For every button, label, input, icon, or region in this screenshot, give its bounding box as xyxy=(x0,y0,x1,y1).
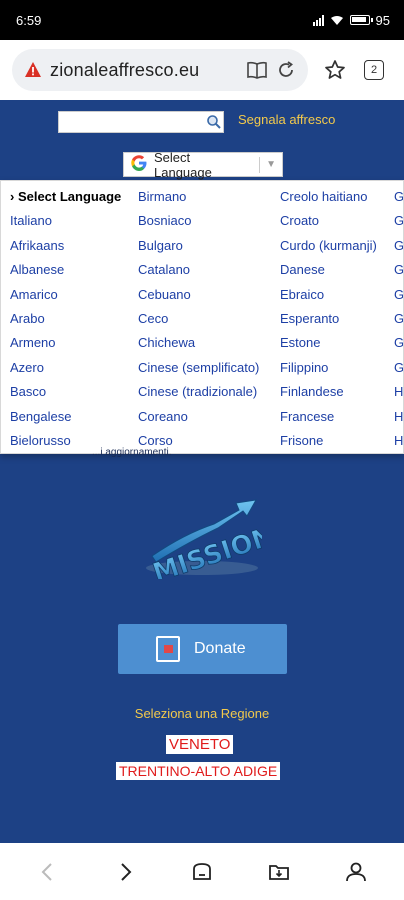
region-veneto-link[interactable]: VENETO xyxy=(166,735,234,754)
language-option[interactable]: G xyxy=(385,258,403,282)
language-option[interactable]: Bosniaco xyxy=(129,209,259,233)
language-option[interactable]: G xyxy=(385,234,403,258)
chevron-down-icon: ▼ xyxy=(266,159,276,170)
star-icon[interactable] xyxy=(324,59,346,81)
language-option[interactable]: Frisone xyxy=(271,429,377,453)
site-search xyxy=(58,111,224,133)
language-option[interactable]: Estone xyxy=(271,331,377,355)
signal-icon xyxy=(312,14,324,26)
donate-label: Donate xyxy=(194,640,246,657)
language-option[interactable]: Arabo xyxy=(1,307,121,331)
language-option[interactable]: G xyxy=(385,185,403,209)
address-bar[interactable]: zionaleaffresco.eu xyxy=(12,49,308,91)
language-option[interactable]: Danese xyxy=(271,258,377,282)
google-icon xyxy=(130,154,148,175)
language-column-2: Birmano Bosniaco Bulgaro Catalano Cebuano Cec… xyxy=(129,185,259,453)
status-time: 6:59 xyxy=(16,12,42,28)
reload-icon[interactable] xyxy=(276,60,296,80)
donate-button[interactable]: Donate xyxy=(118,624,287,674)
downloads-icon[interactable] xyxy=(259,852,299,892)
language-option[interactable]: Ceco xyxy=(129,307,259,331)
language-option[interactable]: Armeno xyxy=(1,331,121,355)
language-select-label: Select Language xyxy=(154,149,212,180)
warning-icon[interactable] xyxy=(24,61,42,79)
language-option[interactable]: Italiano xyxy=(1,209,121,233)
battery-icon xyxy=(349,15,373,25)
wifi-icon xyxy=(330,15,343,25)
language-option[interactable]: Finlandese xyxy=(271,380,377,404)
language-option[interactable]: Francese xyxy=(271,405,377,429)
home-icon[interactable] xyxy=(182,852,222,892)
language-option[interactable]: Amarico xyxy=(1,283,121,307)
language-option[interactable]: H xyxy=(385,405,403,429)
forward-icon[interactable] xyxy=(105,852,145,892)
status-icons: 95 xyxy=(312,12,390,28)
report-fresco-link[interactable]: Segnala affresco xyxy=(238,112,335,127)
donate-icon xyxy=(156,636,180,662)
region-title: Seleziona una Regione xyxy=(134,706,270,721)
language-option[interactable]: Ebraico xyxy=(271,283,377,307)
browser-toolbar: zionaleaffresco.eu 2 xyxy=(0,40,404,100)
language-option[interactable]: Filippino xyxy=(271,356,377,380)
language-option[interactable]: Cinese (semplificato) xyxy=(129,356,259,380)
language-option[interactable]: G xyxy=(385,331,403,355)
profile-icon[interactable] xyxy=(336,852,376,892)
language-option[interactable]: Basco xyxy=(1,380,121,404)
language-option[interactable]: Esperanto xyxy=(271,307,377,331)
language-option[interactable]: Albanese xyxy=(1,258,121,282)
reader-mode-icon[interactable] xyxy=(246,60,268,80)
language-option[interactable]: H xyxy=(385,429,403,453)
language-column-4: GGGGGGGGHHH xyxy=(385,185,403,453)
language-option[interactable]: › Select Language xyxy=(1,185,121,209)
language-option[interactable]: Curdo (kurmanji) xyxy=(271,234,377,258)
language-column-3: Creolo haitiano Croato Curdo (kurmanji) Dan… xyxy=(271,185,377,453)
mission-logo: MISSION xyxy=(144,494,278,589)
browser-bottom-nav xyxy=(0,843,404,900)
language-option[interactable]: Azero xyxy=(1,356,121,380)
url-text[interactable]: zionaleaffresco.eu xyxy=(50,60,238,81)
web-page: Segnala affresco Select Language ▼ › Sel… xyxy=(0,100,404,843)
language-option[interactable]: Catalano xyxy=(129,258,259,282)
language-option[interactable]: G xyxy=(385,209,403,233)
language-option[interactable]: Cebuano xyxy=(129,283,259,307)
language-option[interactable]: Coreano xyxy=(129,405,259,429)
language-option[interactable]: H xyxy=(385,380,403,404)
search-icon[interactable] xyxy=(206,114,222,135)
language-column-1: › Select Language Italiano Afrikaans Albane… xyxy=(1,185,121,453)
partially-hidden-text: ...i aggiornamenti. xyxy=(92,447,172,458)
toolbar-actions: 2 xyxy=(324,59,384,81)
tabs-button[interactable]: 2 xyxy=(364,60,384,80)
language-option[interactable]: Cinese (tradizionale) xyxy=(129,380,259,404)
language-option[interactable]: G xyxy=(385,356,403,380)
back-icon[interactable] xyxy=(28,852,68,892)
region-trentino-link[interactable]: TRENTINO-ALTO ADIGE xyxy=(116,762,281,780)
language-option[interactable]: Chichewa xyxy=(129,331,259,355)
language-option[interactable]: G xyxy=(385,307,403,331)
language-select[interactable]: Select Language ▼ xyxy=(123,149,283,180)
select-divider xyxy=(259,156,261,173)
language-option[interactable]: Creolo haitiano xyxy=(271,185,377,209)
language-dropdown-menu: › Select Language Italiano Afrikaans Albane… xyxy=(0,180,404,454)
site-search-input[interactable] xyxy=(58,111,224,133)
status-bar: 6:59 95 xyxy=(0,0,404,40)
language-option[interactable]: Croato xyxy=(271,209,377,233)
language-option[interactable]: Birmano xyxy=(129,185,259,209)
language-option[interactable]: Afrikaans xyxy=(1,234,121,258)
battery-level: 95 xyxy=(375,12,390,28)
language-option[interactable]: Bulgaro xyxy=(129,234,259,258)
language-option[interactable]: Bengalese xyxy=(1,405,121,429)
language-option[interactable]: G xyxy=(385,283,403,307)
